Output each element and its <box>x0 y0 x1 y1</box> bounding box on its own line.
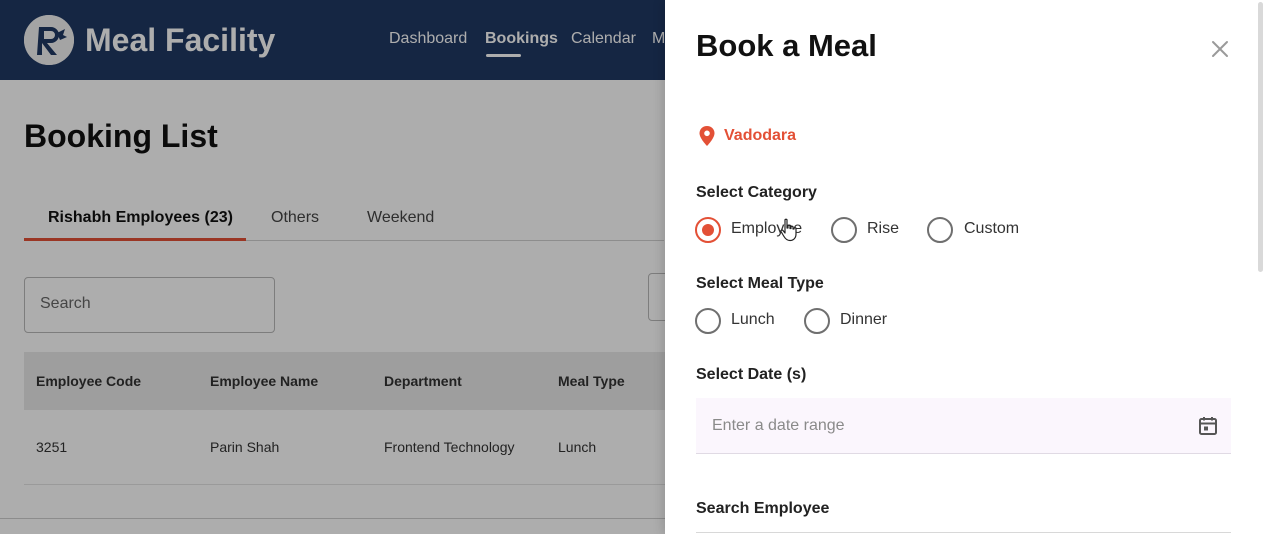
date-range-field <box>696 398 1231 454</box>
radio-label-rise[interactable]: Rise <box>867 219 899 239</box>
search-employee-field[interactable] <box>696 532 1231 533</box>
location-label[interactable]: Vadodara <box>724 127 796 145</box>
search-employee-label: Search Employee <box>696 500 830 517</box>
date-label: Select Date (s) <box>696 366 807 383</box>
radio-label-dinner[interactable]: Dinner <box>840 310 887 330</box>
category-label: Select Category <box>696 184 817 201</box>
meal-type-label: Select Meal Type <box>696 275 824 292</box>
radio-meal-dinner[interactable] <box>804 308 830 334</box>
calendar-icon[interactable] <box>1196 414 1220 438</box>
radio-label-lunch[interactable]: Lunch <box>731 310 775 330</box>
radio-category-employee[interactable] <box>695 217 721 243</box>
radio-category-custom[interactable] <box>927 217 953 243</box>
date-range-input[interactable] <box>696 398 1186 453</box>
location-pin-icon <box>698 125 716 147</box>
radio-label-custom[interactable]: Custom <box>964 219 1019 239</box>
close-icon[interactable] <box>1208 37 1232 61</box>
drawer-scrollbar[interactable] <box>1258 2 1263 272</box>
radio-label-employee[interactable]: Employee <box>731 219 802 239</box>
radio-meal-lunch[interactable] <box>695 308 721 334</box>
radio-category-rise[interactable] <box>831 217 857 243</box>
book-meal-drawer: Book a Meal Vadodara Select Category Emp… <box>665 0 1264 534</box>
drawer-title: Book a Meal <box>696 28 877 63</box>
